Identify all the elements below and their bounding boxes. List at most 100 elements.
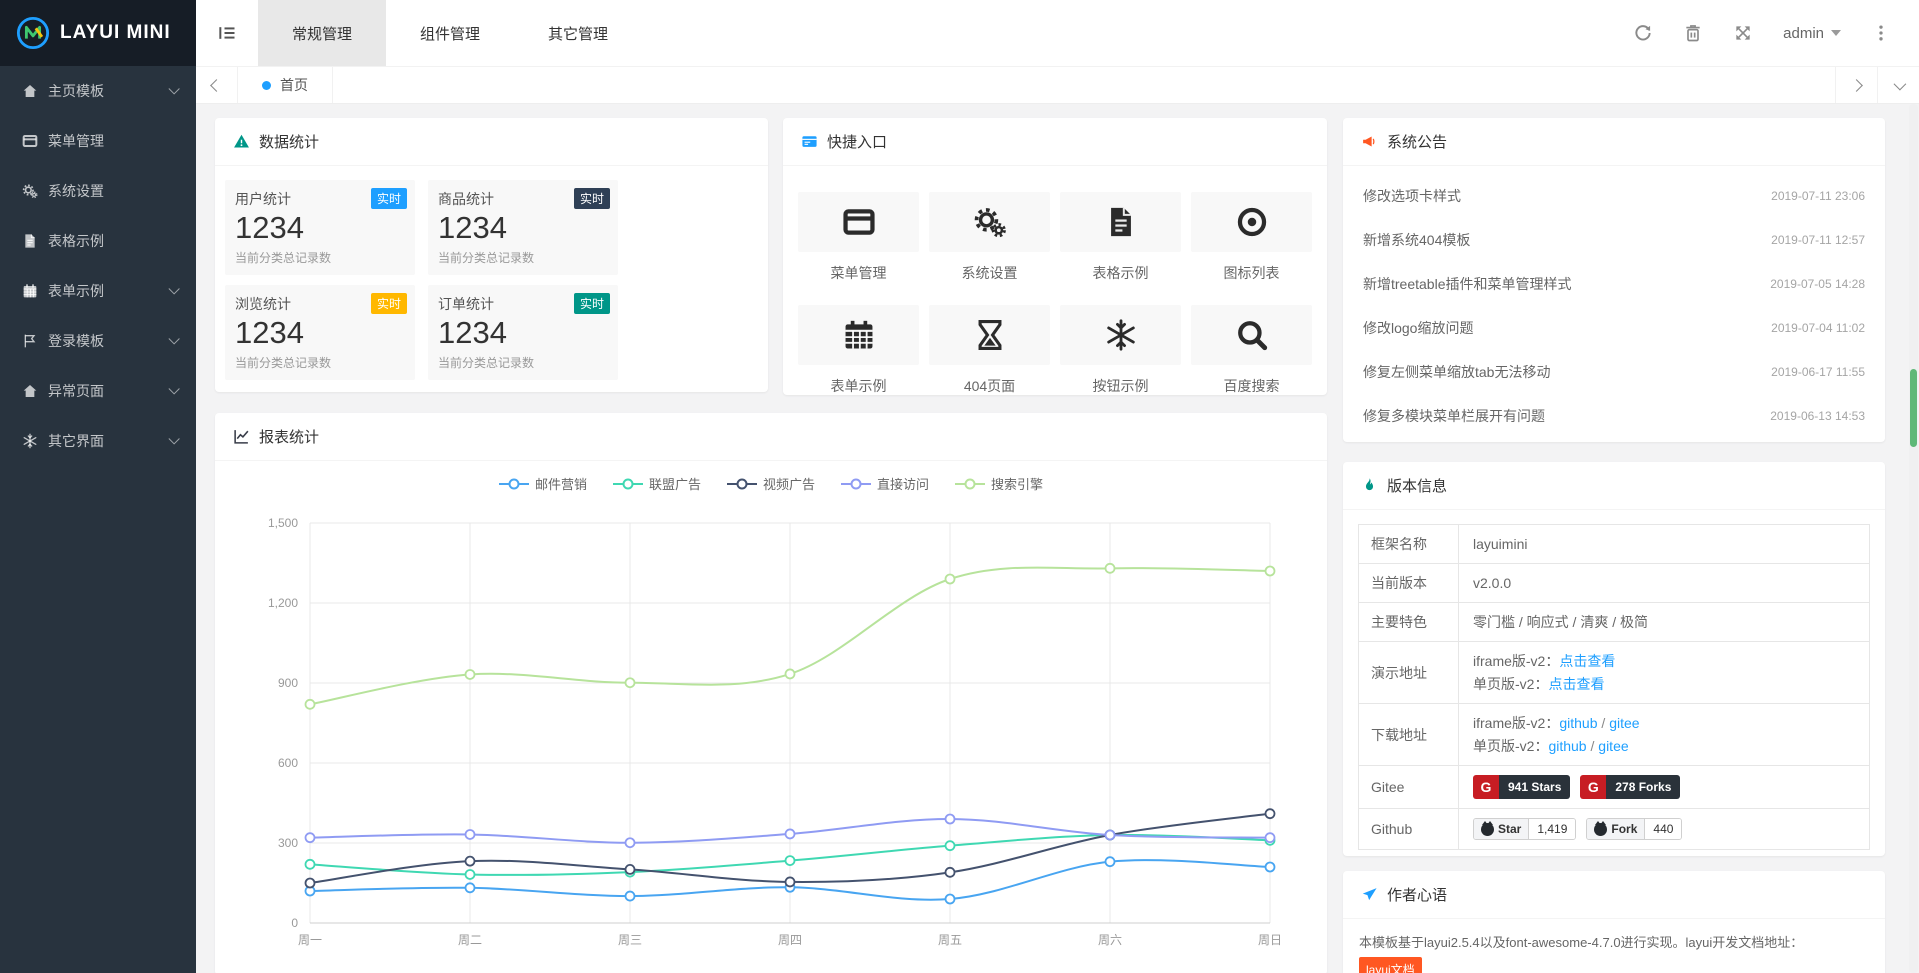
sidebar-item-label: 系统设置 bbox=[48, 181, 176, 201]
legend-item[interactable]: 直接访问 bbox=[841, 474, 929, 493]
chevron-down-icon bbox=[168, 383, 179, 394]
chart-legend: 邮件营销 联盟广告 视频广告 直接访问 搜索引擎 bbox=[215, 461, 1327, 493]
notice-item[interactable]: 修复多模块菜单栏展开有问题2019-06-13 14:53 bbox=[1343, 394, 1885, 438]
tab-scroll-right-button[interactable] bbox=[1835, 67, 1877, 103]
card-header: 报表统计 bbox=[215, 413, 1327, 461]
link-prefix: 单页版-v2： bbox=[1473, 676, 1548, 692]
quick-entry-button[interactable] bbox=[1191, 305, 1312, 365]
caret-down-icon bbox=[1831, 30, 1841, 36]
card-title: 系统公告 bbox=[1387, 131, 1447, 152]
quick-entry-button[interactable] bbox=[929, 305, 1050, 365]
gitee-badge[interactable]: G941 Stars bbox=[1473, 775, 1570, 799]
version-link[interactable]: gitee bbox=[1598, 738, 1628, 754]
notice-item[interactable]: 修复左侧菜单缩放tab无法移动2019-06-17 11:55 bbox=[1343, 350, 1885, 394]
refresh-icon[interactable] bbox=[1633, 23, 1653, 43]
legend-label: 邮件营销 bbox=[535, 474, 587, 493]
sidebar-item-other[interactable]: 其它界面 bbox=[0, 416, 196, 466]
svg-text:600: 600 bbox=[278, 756, 298, 770]
quick-entry-button[interactable] bbox=[1060, 192, 1181, 252]
top-nav-item-3[interactable]: 其它管理 bbox=[514, 0, 642, 66]
tab-home[interactable]: 首页 bbox=[238, 67, 333, 103]
tab-label: 首页 bbox=[280, 75, 308, 95]
warning-triangle-icon bbox=[233, 133, 250, 150]
notice-item[interactable]: 修改选项卡样式2019-07-11 23:06 bbox=[1343, 174, 1885, 218]
legend-item[interactable]: 搜索引擎 bbox=[955, 474, 1043, 493]
quick-entry-grid: 菜单管理系统设置表格示例图标列表表单示例404页面按钮示例百度搜索 bbox=[783, 166, 1327, 395]
snow-icon bbox=[22, 433, 38, 449]
version-row-label: 主要特色 bbox=[1359, 603, 1459, 641]
svg-text:周一: 周一 bbox=[298, 933, 322, 947]
gitee-badge[interactable]: G278 Forks bbox=[1580, 775, 1680, 799]
sidebar-item-label: 登录模板 bbox=[48, 331, 168, 351]
gears-icon bbox=[22, 183, 38, 199]
version-link[interactable]: gitee bbox=[1609, 715, 1639, 731]
sidebar-item-error[interactable]: 异常页面 bbox=[0, 366, 196, 416]
quick-entry-button[interactable] bbox=[798, 192, 919, 252]
more-vert-icon[interactable] bbox=[1871, 23, 1891, 43]
version-link[interactable]: 点击查看 bbox=[1548, 676, 1604, 692]
sidebar-item-login[interactable]: 登录模板 bbox=[0, 316, 196, 366]
hourglass-icon bbox=[973, 318, 1007, 352]
quick-entry-item: 百度搜索 bbox=[1191, 305, 1312, 395]
version-row-value: Star1,419 Fork440 bbox=[1459, 809, 1869, 849]
svg-text:周四: 周四 bbox=[778, 933, 802, 947]
top-nav-item-2[interactable]: 组件管理 bbox=[386, 0, 514, 66]
top-header: 常规管理组件管理其它管理 admin bbox=[196, 0, 1919, 66]
sidebar-item-home[interactable]: 主页模板 bbox=[0, 66, 196, 116]
github-badge[interactable]: Fork440 bbox=[1586, 818, 1682, 840]
quick-entry-button[interactable] bbox=[929, 192, 1050, 252]
chevron-down-icon bbox=[168, 283, 179, 294]
legend-marker-icon bbox=[613, 478, 643, 490]
legend-label: 联盟广告 bbox=[649, 474, 701, 493]
quick-entry-item: 按钮示例 bbox=[1060, 305, 1181, 395]
notice-text: 修复左侧菜单缩放tab无法移动 bbox=[1363, 362, 1759, 382]
home-icon bbox=[22, 383, 38, 399]
quick-entry-button[interactable] bbox=[1060, 305, 1181, 365]
notice-list: 修改选项卡样式2019-07-11 23:06新增系统404模板2019-07-… bbox=[1343, 166, 1885, 438]
logo[interactable]: LAYUI MINI bbox=[0, 0, 196, 66]
fullscreen-icon[interactable] bbox=[1733, 23, 1753, 43]
notice-item[interactable]: 新增treetable插件和菜单管理样式2019-07-05 14:28 bbox=[1343, 262, 1885, 306]
link-prefix: iframe版-v2： bbox=[1473, 653, 1559, 669]
notice-item[interactable]: 修改logo缩放问题2019-07-04 11:02 bbox=[1343, 306, 1885, 350]
sidebar-item-menu[interactable]: 菜单管理 bbox=[0, 116, 196, 166]
user-menu[interactable]: admin bbox=[1783, 25, 1841, 42]
trash-icon[interactable] bbox=[1683, 23, 1703, 43]
legend-label: 直接访问 bbox=[877, 474, 929, 493]
sidebar-item-table[interactable]: 表格示例 bbox=[0, 216, 196, 266]
tab-scroll-left-button[interactable] bbox=[196, 67, 238, 103]
quick-entry-button[interactable] bbox=[1191, 192, 1312, 252]
legend-item[interactable]: 视频广告 bbox=[727, 474, 815, 493]
link-prefix: iframe版-v2： bbox=[1473, 715, 1559, 731]
gitee-icon: G bbox=[1473, 775, 1499, 799]
sidebar-item-system[interactable]: 系统设置 bbox=[0, 166, 196, 216]
realtime-badge: 实时 bbox=[574, 293, 610, 314]
top-nav: 常规管理组件管理其它管理 bbox=[258, 0, 642, 66]
github-badge[interactable]: Star1,419 bbox=[1473, 818, 1576, 840]
version-row-value: iframe版-v2：github / gitee单页版-v2：github /… bbox=[1459, 704, 1869, 765]
sidebar-item-label: 异常页面 bbox=[48, 381, 168, 401]
legend-item[interactable]: 联盟广告 bbox=[613, 474, 701, 493]
realtime-badge: 实时 bbox=[371, 293, 407, 314]
stat-desc: 当前分类总记录数 bbox=[235, 354, 405, 371]
sidebar-item-form[interactable]: 表单示例 bbox=[0, 266, 196, 316]
window-icon bbox=[842, 205, 876, 239]
legend-item[interactable]: 邮件营销 bbox=[499, 474, 587, 493]
notice-item[interactable]: 新增系统404模板2019-07-11 12:57 bbox=[1343, 218, 1885, 262]
layui-doc-badge[interactable]: layui文档 bbox=[1359, 957, 1422, 973]
github-badge-count: 440 bbox=[1645, 819, 1681, 839]
collapse-sidebar-icon[interactable] bbox=[196, 0, 258, 66]
svg-text:1,500: 1,500 bbox=[268, 516, 298, 530]
quick-entry-button[interactable] bbox=[798, 305, 919, 365]
stat-desc: 当前分类总记录数 bbox=[438, 249, 608, 266]
scrollbar-thumb[interactable] bbox=[1910, 369, 1917, 447]
version-row: GiteeG941 StarsG278 Forks bbox=[1359, 766, 1869, 809]
svg-text:周六: 周六 bbox=[1098, 933, 1122, 947]
version-link[interactable]: github bbox=[1559, 715, 1597, 731]
quick-entry-label: 系统设置 bbox=[929, 263, 1050, 283]
top-nav-item-1[interactable]: 常规管理 bbox=[258, 0, 386, 66]
version-link[interactable]: github bbox=[1548, 738, 1586, 754]
stat-desc: 当前分类总记录数 bbox=[438, 354, 608, 371]
version-link[interactable]: 点击查看 bbox=[1559, 653, 1615, 669]
tab-menu-button[interactable] bbox=[1877, 67, 1919, 103]
